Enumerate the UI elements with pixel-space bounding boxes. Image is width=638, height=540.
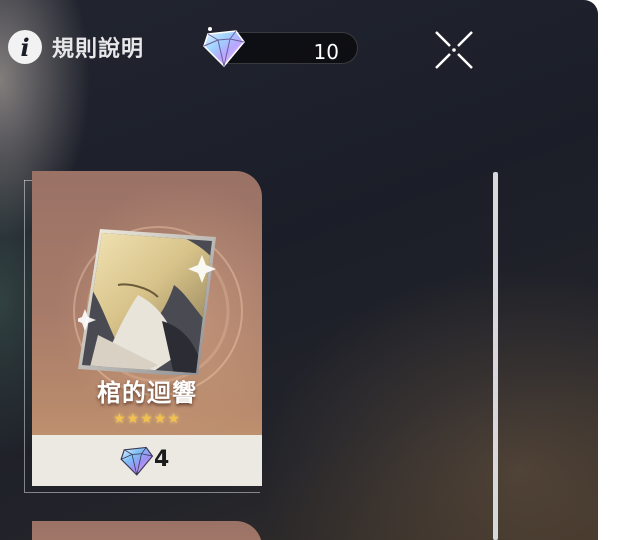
rarity-stars: ★★★★★ [113, 411, 181, 427]
rules-label: 規則說明 [52, 37, 145, 62]
scrollbar[interactable] [493, 172, 498, 540]
crystal-gem-icon [203, 27, 245, 68]
card-title: 棺的迴響 [97, 379, 197, 407]
item-portrait [78, 229, 216, 375]
price-bar[interactable]: 4 [32, 435, 262, 486]
price-value: 4 [154, 447, 170, 472]
shop-item-card[interactable]: 棺的迴響 ★★★★★ 4 [32, 171, 262, 486]
shop-panel: i 規則說明 10 棺的迴響 ★★★★★ 4 [0, 0, 598, 540]
rules-button[interactable]: i 規則說明 [8, 30, 144, 64]
info-icon: i [8, 30, 42, 64]
shop-item-card[interactable] [32, 521, 262, 540]
close-icon[interactable] [430, 26, 478, 74]
currency-count: 10 [313, 40, 339, 64]
currency-display: 10 [200, 27, 358, 68]
crystal-gem-icon [120, 446, 154, 476]
